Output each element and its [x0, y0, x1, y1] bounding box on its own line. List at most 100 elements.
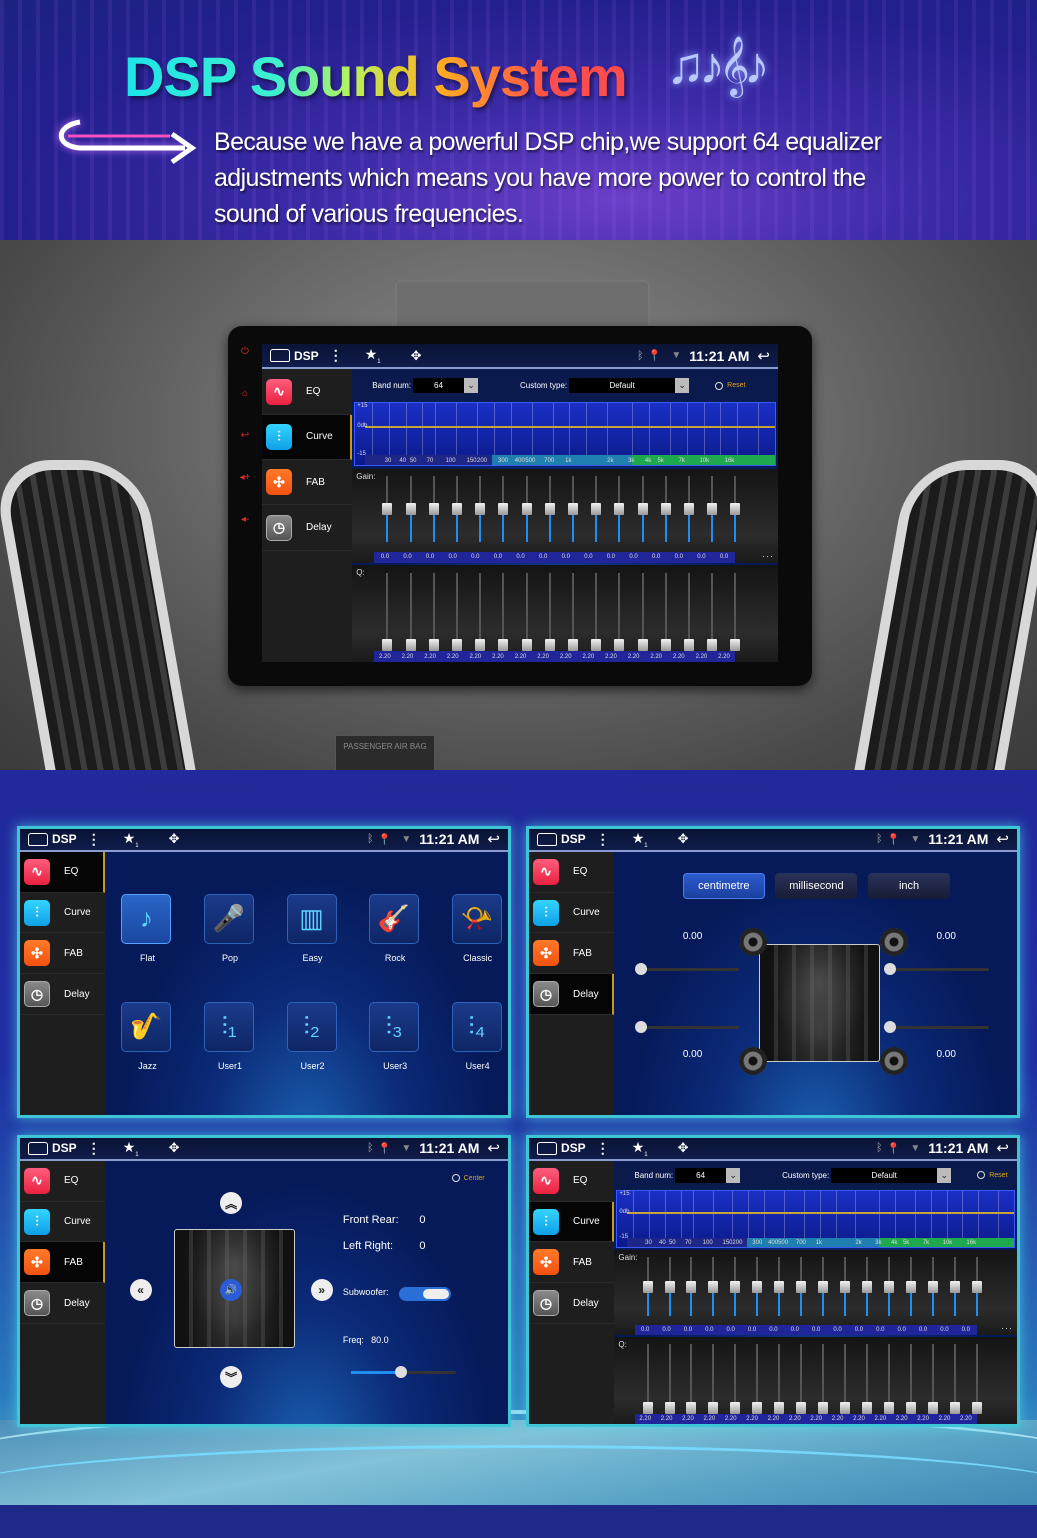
q-fader[interactable]	[730, 573, 741, 651]
q-fader[interactable]	[642, 1344, 653, 1415]
q-fader-knob[interactable]	[818, 1402, 829, 1415]
home-icon[interactable]	[537, 832, 557, 846]
q-fader-knob[interactable]	[637, 638, 648, 651]
home-icon[interactable]	[270, 349, 290, 363]
sidebar-item-delay[interactable]: ◷ Delay	[20, 974, 106, 1015]
favorite-star-icon[interactable]: ★1	[365, 346, 381, 365]
q-fader-knob[interactable]	[707, 638, 718, 651]
q-fader-knob[interactable]	[840, 1402, 851, 1415]
q-fader-knob[interactable]	[660, 638, 671, 651]
gain-fader-knob[interactable]	[664, 1280, 675, 1293]
q-fader-knob[interactable]	[642, 1402, 653, 1415]
q-fader-knob[interactable]	[614, 638, 625, 651]
preset-easy[interactable]: ▥ Easy	[286, 893, 339, 963]
move-right-button[interactable]: »	[310, 1279, 333, 1302]
sidebar-item-fab[interactable]: ✣ FAB	[529, 933, 615, 975]
home-icon[interactable]	[28, 832, 48, 846]
gain-fader-knob[interactable]	[637, 503, 648, 516]
q-fader-knob[interactable]	[730, 1402, 741, 1415]
chevron-down-icon[interactable]: ⌄	[937, 1167, 952, 1183]
q-fader-knob[interactable]	[567, 638, 578, 651]
gain-fader-knob[interactable]	[840, 1280, 851, 1293]
gain-fader-knob[interactable]	[405, 503, 416, 516]
more-bands-button[interactable]: ···	[762, 551, 774, 561]
q-fader-knob[interactable]	[451, 638, 462, 651]
sidebar-item-curve[interactable]: ⫶ Curve	[20, 1202, 106, 1243]
gain-fader-knob[interactable]	[707, 503, 718, 516]
volume-down-icon[interactable]: ◂-	[236, 514, 254, 526]
favorite-star-icon[interactable]: ★1	[632, 1139, 648, 1158]
preset-user3[interactable]: ⫶₃ User3	[369, 1001, 421, 1071]
preset-user2[interactable]: ⫶₂ User2	[286, 1001, 339, 1071]
unit-button-centimetre[interactable]: centimetre	[682, 872, 765, 899]
gain-fader-knob[interactable]	[642, 1280, 653, 1293]
gain-fader[interactable]	[730, 1257, 741, 1316]
gain-fader-knob[interactable]	[498, 503, 509, 516]
sidebar-item-delay[interactable]: ◷ Delay	[529, 974, 615, 1015]
gain-fader[interactable]	[660, 476, 671, 542]
more-bands-button[interactable]: ···	[1001, 1323, 1013, 1333]
q-fader[interactable]	[591, 573, 602, 651]
q-fader[interactable]	[971, 1344, 982, 1415]
sidebar-item-eq[interactable]: ∿ EQ	[20, 851, 106, 893]
gain-fader-knob[interactable]	[428, 503, 439, 516]
q-fader-knob[interactable]	[591, 638, 602, 651]
favorite-star-icon[interactable]: ★1	[123, 830, 139, 849]
freq-slider[interactable]	[350, 1366, 456, 1379]
delay-slider[interactable]	[634, 962, 740, 975]
gain-fader[interactable]	[683, 476, 694, 542]
gain-fader-knob[interactable]	[818, 1280, 829, 1293]
menu-icon[interactable]: ⋮	[596, 1140, 610, 1157]
back-arrow-icon[interactable]: ↩	[757, 347, 770, 365]
sidebar-item-eq[interactable]: ∿ EQ	[20, 1161, 106, 1202]
gain-fader-knob[interactable]	[730, 503, 741, 516]
gain-fader[interactable]	[774, 1257, 785, 1316]
gain-fader[interactable]	[927, 1257, 938, 1316]
q-fader[interactable]	[544, 573, 555, 651]
q-fader-knob[interactable]	[862, 1402, 873, 1415]
q-fader-knob[interactable]	[498, 638, 509, 651]
q-fader[interactable]	[927, 1344, 938, 1415]
q-fader[interactable]	[567, 573, 578, 651]
q-fader-knob[interactable]	[971, 1402, 982, 1415]
freq-slider-knob[interactable]	[395, 1366, 408, 1379]
gain-fader[interactable]	[840, 1257, 851, 1316]
gain-fader-knob[interactable]	[521, 503, 532, 516]
gain-fader[interactable]	[971, 1257, 982, 1316]
chevron-down-icon[interactable]: ⌄	[675, 378, 690, 394]
gain-fader[interactable]	[730, 476, 741, 542]
q-fader-knob[interactable]	[883, 1402, 894, 1415]
unit-button-inch[interactable]: inch	[868, 872, 951, 899]
gain-fader[interactable]	[614, 476, 625, 542]
sidebar-item-eq[interactable]: ∿ EQ	[529, 852, 615, 893]
preset-pop[interactable]: 🎤 Pop	[204, 893, 256, 963]
drag-handle-icon[interactable]: ✥	[411, 348, 422, 364]
gain-fader-knob[interactable]	[905, 1280, 916, 1293]
center-radio[interactable]: Center	[451, 1174, 485, 1183]
q-fader[interactable]	[521, 573, 532, 651]
q-fader[interactable]	[614, 573, 625, 651]
q-fader-knob[interactable]	[796, 1402, 807, 1415]
q-fader[interactable]	[796, 1344, 807, 1415]
sidebar-item-curve[interactable]: ⫶ Curve	[529, 1201, 615, 1243]
q-fader[interactable]	[498, 573, 509, 651]
q-fader-knob[interactable]	[949, 1402, 960, 1415]
preset-flat[interactable]: ♪ Flat	[121, 893, 173, 963]
q-fader[interactable]	[686, 1344, 697, 1415]
gain-fader[interactable]	[862, 1257, 873, 1316]
q-fader[interactable]	[730, 1344, 741, 1415]
drag-handle-icon[interactable]: ✥	[678, 1140, 689, 1156]
q-fader-knob[interactable]	[544, 638, 555, 651]
gain-fader[interactable]	[708, 1257, 719, 1316]
q-fader[interactable]	[664, 1344, 675, 1415]
favorite-star-icon[interactable]: ★1	[123, 1139, 139, 1158]
q-fader-knob[interactable]	[405, 638, 416, 651]
move-down-button[interactable]: ︾	[220, 1366, 243, 1389]
volume-up-icon[interactable]: ◂+	[236, 472, 254, 484]
sidebar-item-fab[interactable]: ✣ FAB	[20, 933, 106, 975]
q-fader-knob[interactable]	[428, 638, 439, 651]
gain-fader[interactable]	[498, 476, 509, 542]
radio-circle-icon[interactable]	[715, 381, 724, 390]
q-fader[interactable]	[637, 573, 648, 651]
q-fader[interactable]	[883, 1344, 894, 1415]
